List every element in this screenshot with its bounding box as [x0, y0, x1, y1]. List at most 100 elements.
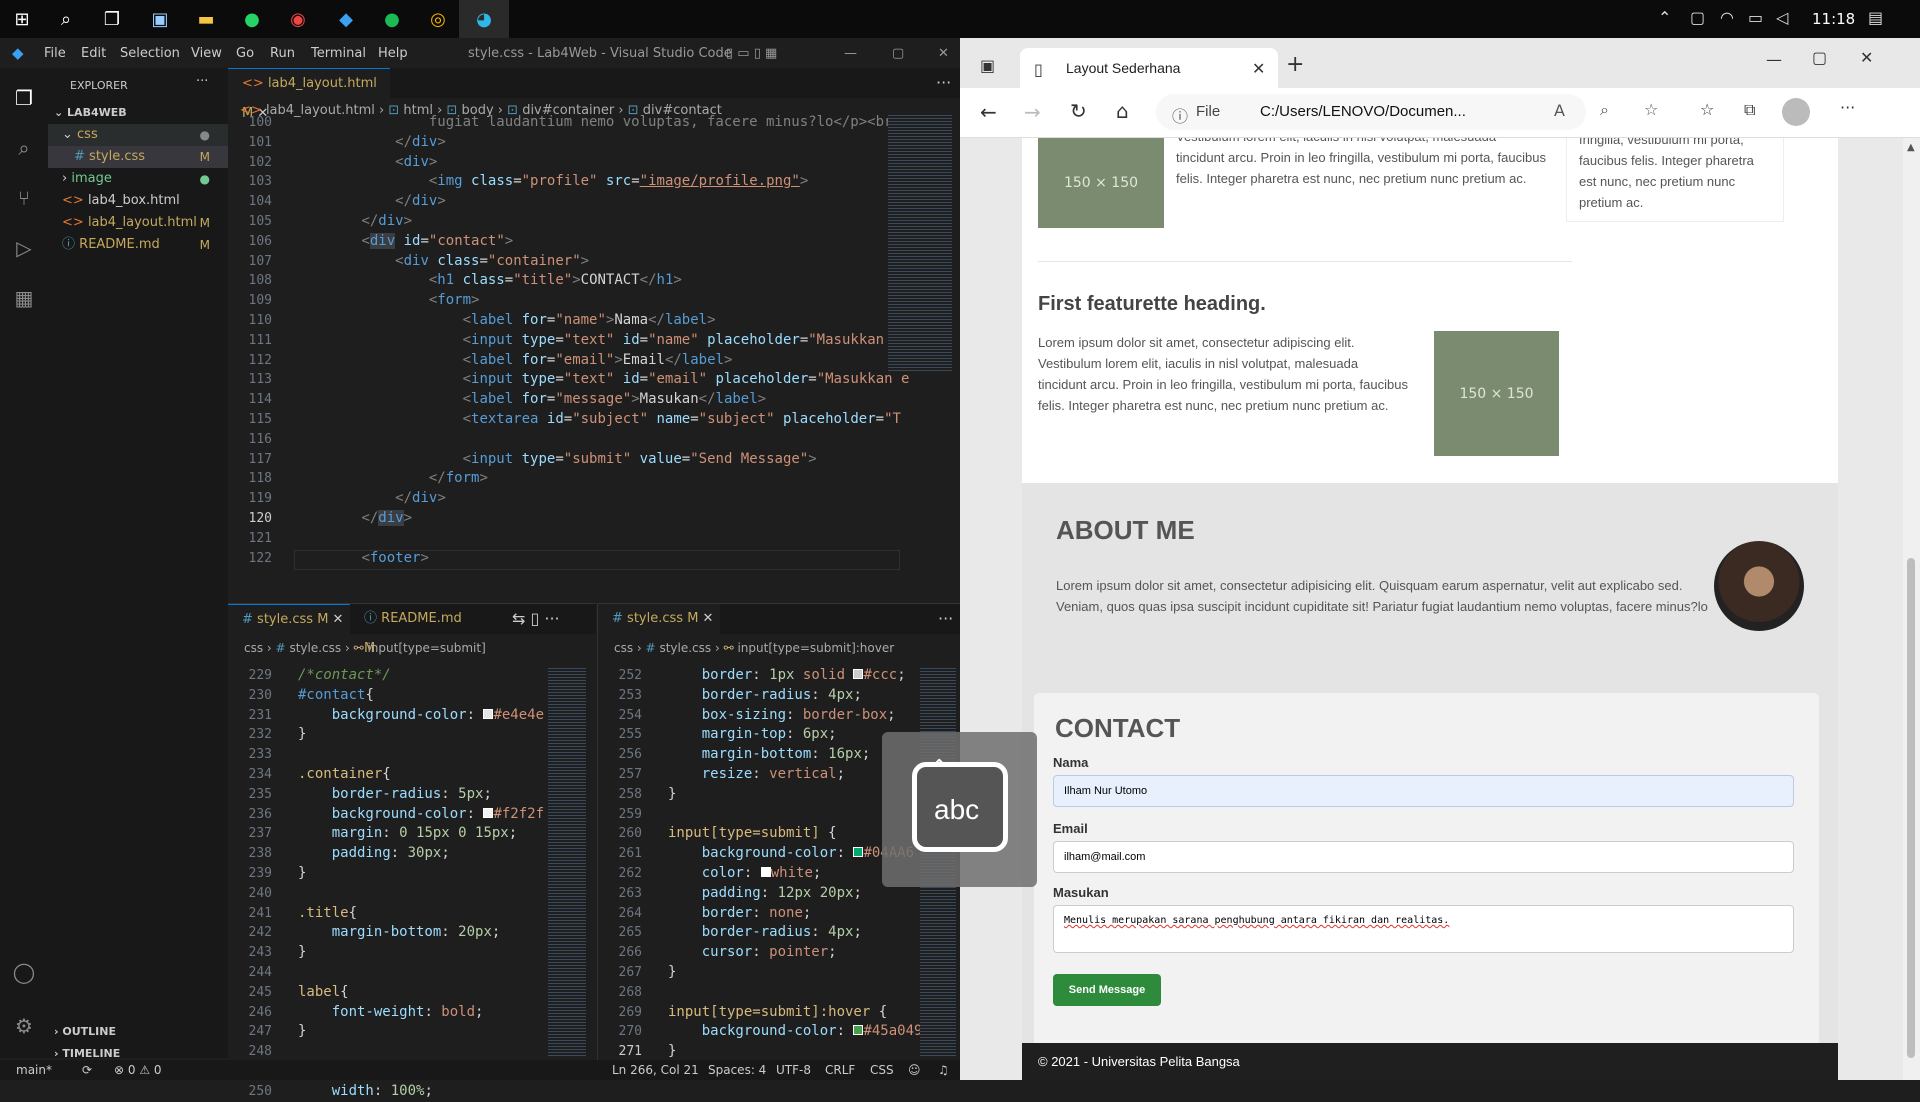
- app-icon[interactable]: ◉: [284, 5, 312, 33]
- tab-style-css[interactable]: # style.css M ✕: [228, 604, 350, 634]
- forward-icon[interactable]: →: [1024, 100, 1041, 124]
- split-editor-icons[interactable]: ⇆ ▯ ···: [512, 609, 560, 628]
- bell-icon[interactable]: ♫: [938, 1063, 949, 1077]
- explorer-icon[interactable]: ❐: [12, 86, 36, 110]
- chevron-up-icon[interactable]: ⌃: [1658, 8, 1671, 27]
- ime-indicator[interactable]: abc ⌃: [882, 732, 1037, 887]
- menu-view[interactable]: View: [191, 46, 222, 61]
- run-debug-icon[interactable]: ▷: [12, 236, 36, 260]
- encoding[interactable]: UTF-8: [776, 1063, 811, 1077]
- more-actions-icon[interactable]: ···: [938, 609, 953, 628]
- vscode-icon[interactable]: ◆: [332, 5, 360, 33]
- close-tab-icon[interactable]: ✕: [333, 612, 344, 627]
- close-button[interactable]: ✕: [938, 46, 949, 61]
- task-view-icon[interactable]: ❐: [98, 5, 126, 33]
- menu-run[interactable]: Run: [270, 46, 295, 61]
- more-actions-icon[interactable]: ···: [936, 73, 951, 92]
- tab-actions-icon[interactable]: ▣: [980, 56, 995, 75]
- close-tab-icon[interactable]: ✕: [703, 611, 714, 626]
- profile-avatar[interactable]: [1782, 98, 1810, 126]
- minimize-button[interactable]: —: [844, 46, 857, 61]
- tree-item-readme[interactable]: ⓘ README.md M: [48, 234, 228, 256]
- more-menu-icon[interactable]: ···: [1840, 98, 1855, 117]
- source-control-icon[interactable]: ⑂: [12, 186, 36, 210]
- settings-gear-icon[interactable]: ⚙: [12, 1014, 36, 1038]
- tab-readme[interactable]: ⓘ README.md M: [350, 604, 472, 656]
- minimap[interactable]: [888, 113, 952, 373]
- name-input[interactable]: Ilham Nur Utomo: [1053, 775, 1794, 807]
- tree-item-style-css[interactable]: # style.css M: [48, 146, 228, 168]
- tab-lab4-layout[interactable]: <> lab4_layout.html M ✕: [228, 68, 390, 121]
- address-text[interactable]: C:/Users/LENOVO/Documen...: [1260, 103, 1466, 120]
- refresh-icon[interactable]: ↻: [1070, 99, 1087, 123]
- scroll-thumb[interactable]: [1907, 558, 1915, 1058]
- collections-icon[interactable]: ⧉: [1744, 100, 1755, 120]
- tree-item-lab4-layout[interactable]: <> lab4_layout.html M: [48, 212, 228, 234]
- menu-terminal[interactable]: Terminal: [311, 46, 366, 61]
- editor-css-left[interactable]: # style.css M ✕ ⓘ README.md M ⇆ ▯ ··· cs…: [228, 603, 596, 1099]
- back-icon[interactable]: ←: [980, 100, 997, 124]
- edge-icon[interactable]: ◕: [470, 5, 498, 33]
- account-icon[interactable]: ◯: [12, 960, 36, 984]
- tab-style-css-right[interactable]: # style.css M ✕: [598, 604, 720, 634]
- indentation[interactable]: Spaces: 4: [708, 1063, 766, 1077]
- spotify-icon[interactable]: ●: [378, 5, 406, 33]
- code-html[interactable]: fugiat laudantium nemo voluptas, facere …: [294, 113, 909, 568]
- page-scrollbar[interactable]: ▲: [1903, 138, 1920, 1080]
- file-explorer-icon[interactable]: ▬: [192, 5, 220, 33]
- minimize-button[interactable]: —: [1766, 50, 1782, 69]
- close-window-button[interactable]: ✕: [1860, 48, 1873, 67]
- cursor-position[interactable]: Ln 266, Col 21: [612, 1063, 699, 1077]
- eol[interactable]: CRLF: [825, 1063, 855, 1077]
- wifi-icon[interactable]: ◠: [1720, 8, 1734, 27]
- branch-status[interactable]: main*: [16, 1063, 52, 1077]
- code-css-left[interactable]: /*contact*/ #contact{ background-color: …: [298, 666, 544, 1102]
- search-icon[interactable]: ⌕: [52, 5, 80, 33]
- read-aloud-icon[interactable]: A: [1554, 101, 1565, 120]
- vscode-window: ◆ File Edit Selection View Go Run Termin…: [0, 38, 960, 1099]
- explorer-root[interactable]: ⌄ LAB4WEB: [48, 102, 228, 124]
- favorite-add-icon[interactable]: ☆: [1644, 100, 1658, 119]
- feedback-icon[interactable]: ☺: [908, 1063, 921, 1077]
- menu-go[interactable]: Go: [236, 46, 254, 61]
- favorites-icon[interactable]: ☆: [1700, 100, 1714, 119]
- menu-edit[interactable]: Edit: [81, 46, 106, 61]
- windows-start-icon[interactable]: ⊞: [8, 5, 36, 33]
- photos-icon[interactable]: ▣: [146, 5, 174, 33]
- home-icon[interactable]: ⌂: [1116, 99, 1129, 123]
- editor-html[interactable]: <> lab4_layout.html M ✕ ··· <> lab4_layo…: [228, 68, 960, 603]
- tree-item-lab4-box[interactable]: <> lab4_box.html: [48, 190, 228, 212]
- language-mode[interactable]: CSS: [870, 1063, 894, 1077]
- maximize-button[interactable]: ▢: [892, 46, 904, 61]
- email-input[interactable]: ilham@mail.com: [1053, 841, 1794, 873]
- layout-icons[interactable]: ▯ ▭ ▯ ▦: [726, 46, 777, 61]
- whatsapp-icon[interactable]: ●: [238, 5, 266, 33]
- tree-item-css[interactable]: ⌄ css ●: [48, 124, 228, 146]
- send-message-button[interactable]: Send Message: [1053, 974, 1161, 1006]
- scroll-up-icon[interactable]: ▲: [1907, 142, 1915, 153]
- maximize-button[interactable]: ▢: [1812, 48, 1827, 67]
- message-textarea[interactable]: Menulis merupakan sarana penghubung anta…: [1053, 905, 1794, 953]
- notification-icon[interactable]: ▤: [1868, 8, 1883, 27]
- address-bar[interactable]: ⓘ File C:/Users/LENOVO/Documen...: [1156, 94, 1586, 130]
- menu-file[interactable]: File: [44, 46, 66, 61]
- zoom-icon[interactable]: ⌕: [1600, 100, 1609, 120]
- clock[interactable]: 11:18: [1812, 10, 1855, 28]
- menu-help[interactable]: Help: [378, 46, 408, 61]
- close-tab-icon[interactable]: ✕: [1252, 59, 1265, 78]
- minimap-left[interactable]: [548, 666, 586, 1056]
- search-icon[interactable]: ⌕: [12, 136, 36, 160]
- extensions-icon[interactable]: ▦: [12, 286, 36, 310]
- tree-item-image[interactable]: › image ●: [48, 168, 228, 190]
- camera-icon[interactable]: ▢: [1690, 8, 1705, 27]
- more-actions-icon[interactable]: ···: [196, 74, 208, 89]
- info-icon[interactable]: ⓘ: [1172, 103, 1188, 127]
- volume-icon[interactable]: ◁: [1776, 8, 1788, 27]
- menu-selection[interactable]: Selection: [120, 46, 180, 61]
- chrome-icon[interactable]: ◎: [424, 5, 452, 33]
- sync-icon[interactable]: ⟳: [82, 1063, 92, 1077]
- new-tab-icon[interactable]: +: [1286, 52, 1304, 77]
- battery-icon[interactable]: ▭: [1748, 8, 1763, 27]
- problems-status[interactable]: ⊗ 0 ⚠ 0: [114, 1063, 162, 1077]
- outline-section[interactable]: › OUTLINE: [48, 1021, 228, 1043]
